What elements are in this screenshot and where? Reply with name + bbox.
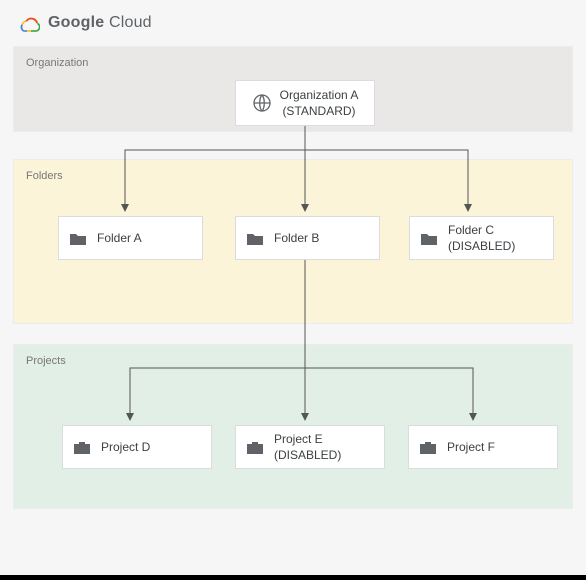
globe-icon: [252, 93, 272, 113]
folder-a-label: Folder A: [97, 230, 142, 246]
diagram-canvas: Google Cloud Organization Folders Projec…: [0, 0, 586, 580]
folder-icon: [246, 231, 264, 246]
folder-c-label: Folder C (DISABLED): [448, 222, 515, 254]
folder-b-label: Folder B: [274, 230, 319, 246]
node-project-f: Project F: [408, 425, 558, 469]
briefcase-icon: [246, 439, 264, 455]
node-folder-a: Folder A: [58, 216, 203, 260]
folder-icon: [420, 231, 438, 246]
folder-icon: [69, 231, 87, 246]
node-organization-a: Organization A (STANDARD): [235, 80, 375, 126]
node-folder-c: Folder C (DISABLED): [409, 216, 554, 260]
org-text: Organization A (STANDARD): [280, 87, 359, 119]
briefcase-icon: [419, 439, 437, 455]
briefcase-icon: [73, 439, 91, 455]
node-project-e: Project E (DISABLED): [235, 425, 385, 469]
project-f-label: Project F: [447, 439, 495, 455]
node-project-d: Project D: [62, 425, 212, 469]
node-folder-b: Folder B: [235, 216, 380, 260]
project-d-label: Project D: [101, 439, 150, 455]
project-e-label: Project E (DISABLED): [274, 431, 341, 463]
